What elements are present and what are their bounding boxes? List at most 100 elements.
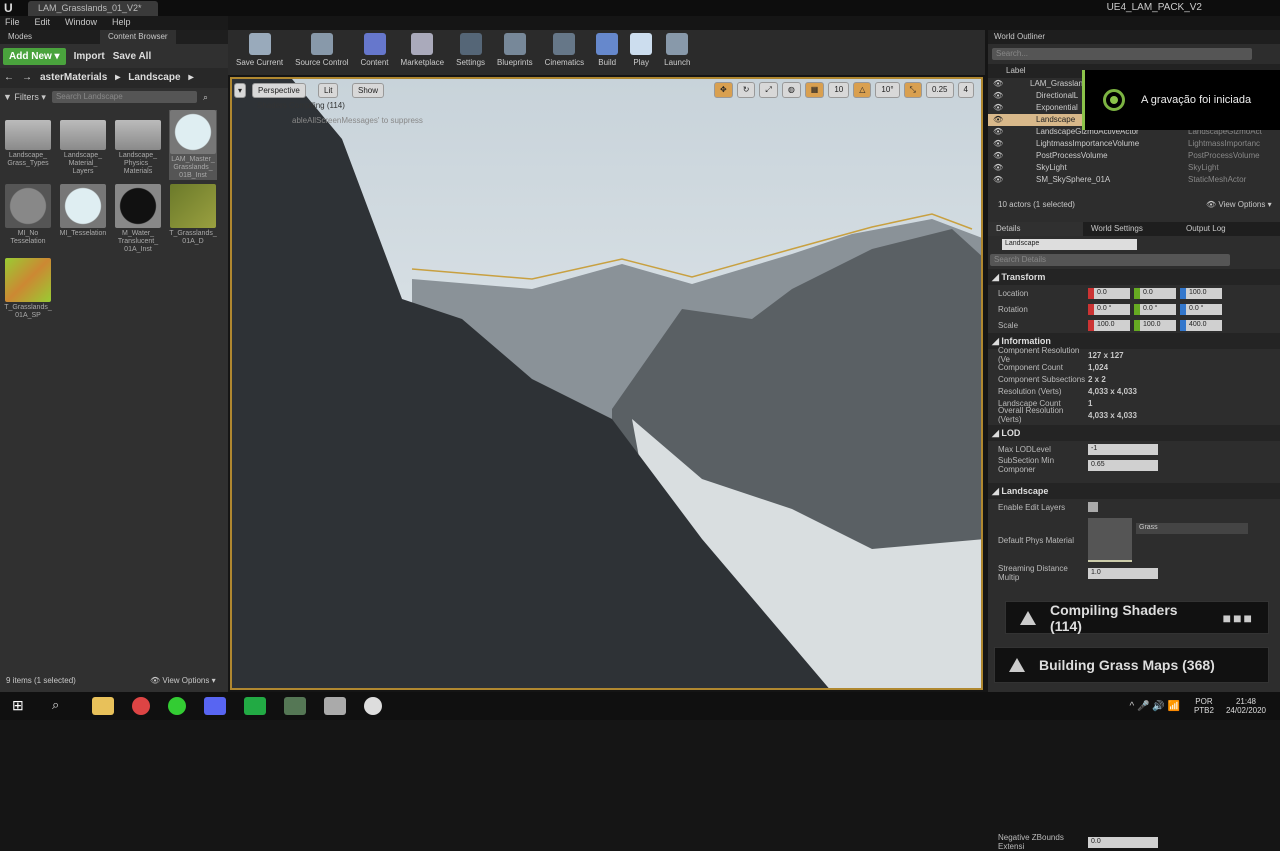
toolbar-save-current-button[interactable]: Save Current	[230, 33, 289, 72]
forward-icon[interactable]: →	[22, 72, 32, 84]
tray-icons[interactable]: ^ 🎤 🔊 📶	[1130, 701, 1180, 712]
visibility-eye-icon[interactable]: 👁	[993, 163, 1003, 172]
camera-speed-value[interactable]: 4	[957, 82, 974, 98]
asset-tile[interactable]: LAM_Master_ Grasslands_ 01B_Inst	[169, 110, 217, 180]
rotation-label[interactable]: Rotation	[988, 305, 1088, 314]
visibility-eye-icon[interactable]: 👁	[993, 115, 1003, 124]
breadcrumb-item[interactable]: Landscape	[128, 72, 180, 84]
rotation-snap-icon[interactable]: △	[853, 82, 872, 98]
menu-help[interactable]: Help	[112, 17, 131, 29]
toolbar-build-button[interactable]: Build	[590, 33, 624, 72]
grid-snap-icon[interactable]: ▦	[804, 82, 825, 98]
viewport-options-button[interactable]: ▾	[234, 83, 247, 98]
edit-layers-checkbox[interactable]	[1088, 502, 1098, 512]
filters-button[interactable]: ▼ Filters ▾	[3, 92, 46, 103]
rotation-snap-value[interactable]: 10°	[875, 82, 900, 98]
back-icon[interactable]: ←	[4, 72, 14, 84]
world-outliner-tab[interactable]: World Outliner	[988, 30, 1280, 44]
search-icon[interactable]: ⌕	[52, 697, 74, 715]
location-x-field[interactable]: 0.0	[1088, 287, 1130, 299]
scale-y-field[interactable]: 100.0	[1134, 319, 1176, 331]
breadcrumb-item[interactable]: asterMaterials	[40, 72, 107, 84]
transform-section[interactable]: ◢ Transform	[988, 269, 1280, 285]
keyboard-layout[interactable]: PTB2	[1194, 706, 1214, 715]
tab-world-settings[interactable]: World Settings	[1083, 222, 1178, 236]
view-options-button[interactable]: 👁 View Options ▾	[150, 676, 216, 685]
toolbar-source-control-button[interactable]: Source Control	[289, 33, 354, 72]
rotation-y-field[interactable]: 0.0 °	[1134, 303, 1176, 315]
rotate-icon[interactable]: ↻	[736, 82, 756, 98]
location-y-field[interactable]: 0.0	[1134, 287, 1176, 299]
phys-material-dropdown[interactable]: Grass	[1136, 523, 1248, 534]
outliner-view-options-button[interactable]: 👁 View Options ▾	[1206, 200, 1272, 209]
tab-modes[interactable]: Modes	[0, 30, 40, 44]
perspective-button[interactable]: Perspective	[252, 83, 306, 98]
scale-snap-value[interactable]: 0.25	[925, 82, 954, 98]
lit-button[interactable]: Lit	[318, 83, 339, 98]
menu-file[interactable]: File	[5, 17, 20, 29]
outliner-search-input[interactable]: Search...	[992, 48, 1252, 60]
clock-date[interactable]: 24/02/2020	[1226, 706, 1266, 715]
rotation-x-field[interactable]: 0.0 °	[1088, 303, 1130, 315]
start-windows-icon[interactable]: ⊞	[12, 697, 34, 715]
asset-tile[interactable]: M_Water_ Translucent_ 01A_Inst	[114, 184, 162, 254]
add-new-button[interactable]: Add New ▾	[3, 47, 66, 65]
world-space-icon[interactable]: ◍	[781, 82, 801, 98]
details-search-input[interactable]: Search Details	[990, 254, 1230, 266]
neg-zbounds-field[interactable]: 0.0	[1088, 836, 1158, 848]
geforce-experience-icon[interactable]	[284, 697, 306, 715]
tab-output-log[interactable]: Output Log	[1178, 222, 1234, 236]
visibility-eye-icon[interactable]: 👁	[993, 175, 1003, 184]
scale-label[interactable]: Scale	[988, 321, 1088, 330]
unreal-engine-icon[interactable]	[364, 697, 382, 715]
import-button[interactable]: Import	[74, 51, 105, 62]
scale-z-field[interactable]: 400.0	[1180, 319, 1222, 331]
tab-details[interactable]: Details	[988, 222, 1083, 236]
search-input[interactable]: Search Landscape	[51, 91, 197, 103]
menu-edit[interactable]: Edit	[35, 17, 51, 29]
toolbar-content-button[interactable]: Content	[355, 33, 395, 72]
asset-tile[interactable]: Landscape_ Material_ Layers	[59, 110, 107, 180]
menu-window[interactable]: Window	[65, 17, 97, 29]
subsection-field[interactable]: 0.65	[1088, 459, 1158, 471]
grid-snap-value[interactable]: 10	[828, 82, 850, 98]
outliner-row[interactable]: 👁 PostProcessVolume PostProcessVolume	[988, 150, 1280, 162]
save-all-button[interactable]: Save All	[113, 51, 152, 62]
landscape-section[interactable]: ◢ Landscape	[988, 483, 1280, 499]
outliner-row[interactable]: 👁 SM_SkySphere_01A StaticMeshActor	[988, 174, 1280, 186]
asset-tile[interactable]: T_Grasslands_ 01A_D	[169, 184, 217, 254]
toolbar-play-button[interactable]: Play	[624, 33, 658, 72]
recorder-app-icon[interactable]	[168, 697, 186, 715]
location-z-field[interactable]: 100.0	[1180, 287, 1222, 299]
visibility-eye-icon[interactable]: 👁	[993, 151, 1003, 160]
visibility-eye-icon[interactable]: 👁	[993, 91, 1003, 100]
language-indicator[interactable]: POR	[1195, 697, 1212, 706]
toolbar-launch-button[interactable]: Launch	[658, 33, 696, 72]
actor-name-field[interactable]: Landscape	[1002, 239, 1137, 250]
show-button[interactable]: Show	[352, 83, 385, 98]
clock-time[interactable]: 21:48	[1236, 697, 1256, 706]
asset-tile[interactable]: MI_No Tesselation	[4, 184, 52, 254]
outliner-row[interactable]: 👁 SkyLight SkyLight	[988, 162, 1280, 174]
toolbar-marketplace-button[interactable]: Marketplace	[395, 33, 451, 72]
asset-tile[interactable]: Landscape_ Physics_ Materials	[114, 110, 162, 180]
visibility-eye-icon[interactable]: 👁	[993, 127, 1003, 136]
asset-tile[interactable]: T_Grasslands_ 01A_SP	[4, 258, 52, 320]
rotation-z-field[interactable]: 0.0 °	[1180, 303, 1222, 315]
toolbar-blueprints-button[interactable]: Blueprints	[491, 33, 539, 72]
outliner-row[interactable]: 👁 LightmassImportanceVolume LightmassImpor…	[988, 138, 1280, 150]
asset-tile[interactable]: Landscape_ Grass_Types	[4, 110, 52, 180]
file-explorer-icon[interactable]	[92, 697, 114, 715]
asset-tile[interactable]: MI_Tesselation	[59, 184, 107, 254]
discord-icon[interactable]	[204, 697, 226, 715]
lod-section[interactable]: ◢ LOD	[988, 425, 1280, 441]
scale-x-field[interactable]: 100.0	[1088, 319, 1130, 331]
visibility-eye-icon[interactable]: 👁	[993, 139, 1003, 148]
visibility-eye-icon[interactable]: 👁	[993, 79, 1003, 88]
tab-content-browser[interactable]: Content Browser	[100, 30, 176, 44]
level-viewport[interactable]: ▾ Perspective Lit Show Shaders Compiling…	[230, 77, 983, 690]
location-label[interactable]: Location	[988, 289, 1088, 298]
max-lod-field[interactable]: -1	[1088, 443, 1158, 455]
translate-icon[interactable]: ✥	[714, 82, 733, 98]
toolbar-settings-button[interactable]: Settings	[450, 33, 491, 72]
